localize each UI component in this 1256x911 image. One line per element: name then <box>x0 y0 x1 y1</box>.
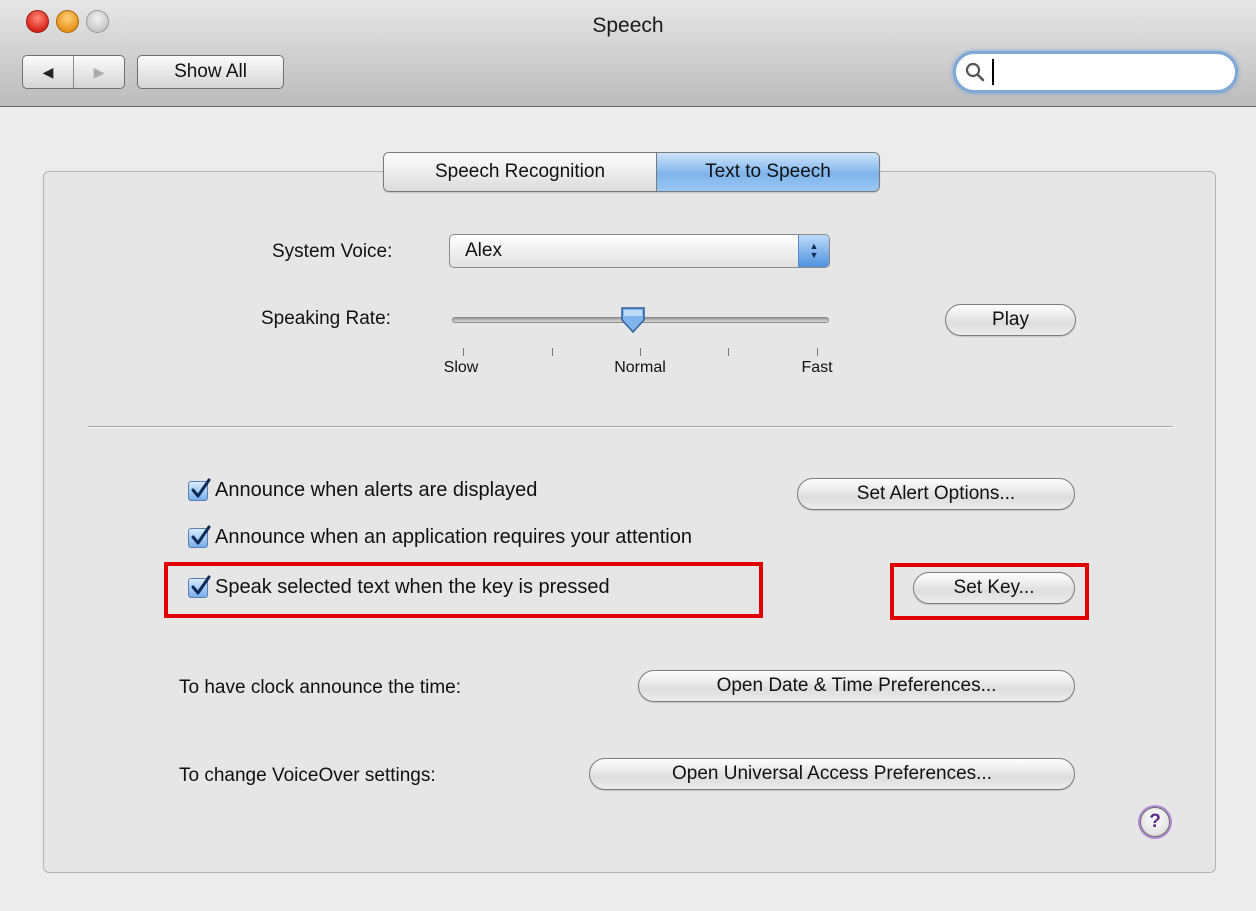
slider-tick <box>817 348 818 356</box>
slider-tick <box>640 348 641 356</box>
help-icon: ? <box>1149 811 1161 832</box>
slider-tick <box>552 348 553 356</box>
checkmark-icon <box>191 525 211 544</box>
highlight-speak-selected-text <box>164 562 763 618</box>
forward-arrow-icon: ▶ <box>93 63 105 80</box>
window-titlebar: Speech ◀ ▶ Show All <box>0 0 1256 107</box>
system-voice-popup[interactable]: Alex ▲ ▼ <box>449 234 830 268</box>
open-date-time-preferences-button[interactable]: Open Date & Time Preferences... <box>638 670 1075 702</box>
tick-label-slow: Slow <box>443 359 479 376</box>
system-voice-value: Alex <box>465 240 502 261</box>
forward-button[interactable]: ▶ <box>74 56 124 88</box>
slider-thumb[interactable] <box>619 306 647 334</box>
section-divider <box>88 426 1173 428</box>
preferences-content: Speech Recognition Text to Speech System… <box>0 107 1256 911</box>
tab-text-to-speech[interactable]: Text to Speech <box>657 153 879 191</box>
voiceover-label: To change VoiceOver settings: <box>179 765 436 786</box>
search-icon <box>965 62 985 82</box>
announce-attention-label: Announce when an application requires yo… <box>215 526 692 548</box>
back-arrow-icon: ◀ <box>42 63 54 80</box>
tab-bar: Speech Recognition Text to Speech <box>383 152 880 192</box>
slider-tick <box>728 348 729 356</box>
popup-arrows-icon: ▲ ▼ <box>798 235 829 267</box>
show-all-button[interactable]: Show All <box>137 55 284 89</box>
announce-alerts-checkbox[interactable] <box>188 478 211 501</box>
open-universal-access-preferences-button[interactable]: Open Universal Access Preferences... <box>589 758 1075 790</box>
tick-label-fast: Fast <box>801 359 833 376</box>
window-title: Speech <box>592 14 664 37</box>
announce-alerts-label: Announce when alerts are displayed <box>215 479 538 501</box>
highlight-set-key <box>890 563 1089 620</box>
tab-speech-recognition[interactable]: Speech Recognition <box>384 153 657 191</box>
slider-tick <box>463 348 464 356</box>
announce-attention-row[interactable]: Announce when an application requires yo… <box>188 525 692 549</box>
announce-attention-checkbox[interactable] <box>188 525 211 548</box>
system-voice-label: System Voice: <box>272 241 393 262</box>
clock-announce-label: To have clock announce the time: <box>179 677 462 698</box>
set-alert-options-button[interactable]: Set Alert Options... <box>797 478 1075 510</box>
back-button[interactable]: ◀ <box>23 56 74 88</box>
announce-alerts-row[interactable]: Announce when alerts are displayed <box>188 478 538 502</box>
help-button[interactable]: ? <box>1140 807 1170 837</box>
play-button[interactable]: Play <box>945 304 1076 336</box>
search-field[interactable] <box>953 51 1238 93</box>
back-forward-control: ◀ ▶ <box>22 55 125 89</box>
checkmark-icon <box>191 478 211 497</box>
tick-label-normal: Normal <box>614 359 666 376</box>
search-input[interactable] <box>992 59 1226 85</box>
speaking-rate-label: Speaking Rate: <box>261 308 391 329</box>
